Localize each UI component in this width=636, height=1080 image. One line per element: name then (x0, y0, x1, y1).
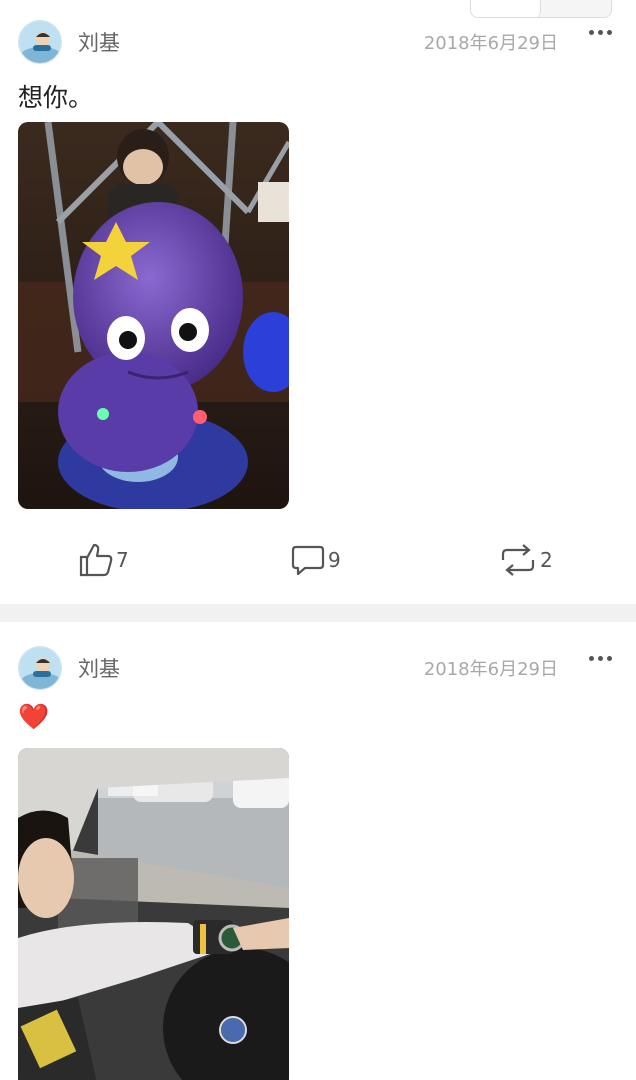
post-photo[interactable] (18, 748, 289, 1080)
comment-count: 9 (328, 548, 341, 572)
more-icon[interactable] (589, 656, 612, 661)
author-name[interactable]: 刘基 (78, 653, 120, 683)
tab-all[interactable]: 全部 (541, 0, 611, 17)
repost-button[interactable]: 2 (498, 542, 553, 578)
comment-icon (291, 545, 325, 576)
post-divider (0, 604, 636, 622)
post-date: 2018年6月29日 (423, 33, 558, 54)
post-text: ❤️ (18, 702, 50, 731)
post-photo[interactable] (18, 122, 289, 509)
tab-all-label: 全部 (558, 0, 594, 1)
avatar[interactable] (18, 646, 62, 690)
tab-moments-label: 动态 (488, 0, 524, 1)
post-date: 2018年6月29日 (423, 659, 558, 680)
post-card: 刘基 2018年6月29日 想你。 7 9 2 (0, 20, 636, 602)
repost-icon (501, 544, 535, 576)
post-header: 刘基 2018年6月29日 (18, 20, 618, 64)
post-text: 想你。 (18, 83, 94, 112)
post-card: 刘基 2018年6月29日 ❤️ (0, 646, 636, 1080)
like-icon (79, 543, 113, 577)
feed-tab-switcher: 动态 全部 (470, 0, 612, 18)
repost-count: 2 (540, 548, 553, 572)
tab-moments[interactable]: 动态 (471, 0, 541, 17)
like-count: 7 (116, 548, 129, 572)
more-icon[interactable] (589, 30, 612, 35)
post-header: 刘基 2018年6月29日 (18, 646, 618, 690)
avatar[interactable] (18, 20, 62, 64)
author-name[interactable]: 刘基 (78, 27, 120, 57)
like-button[interactable]: 7 (78, 542, 129, 578)
comment-button[interactable]: 9 (290, 542, 341, 578)
post-actions: 7 9 2 (0, 542, 636, 592)
